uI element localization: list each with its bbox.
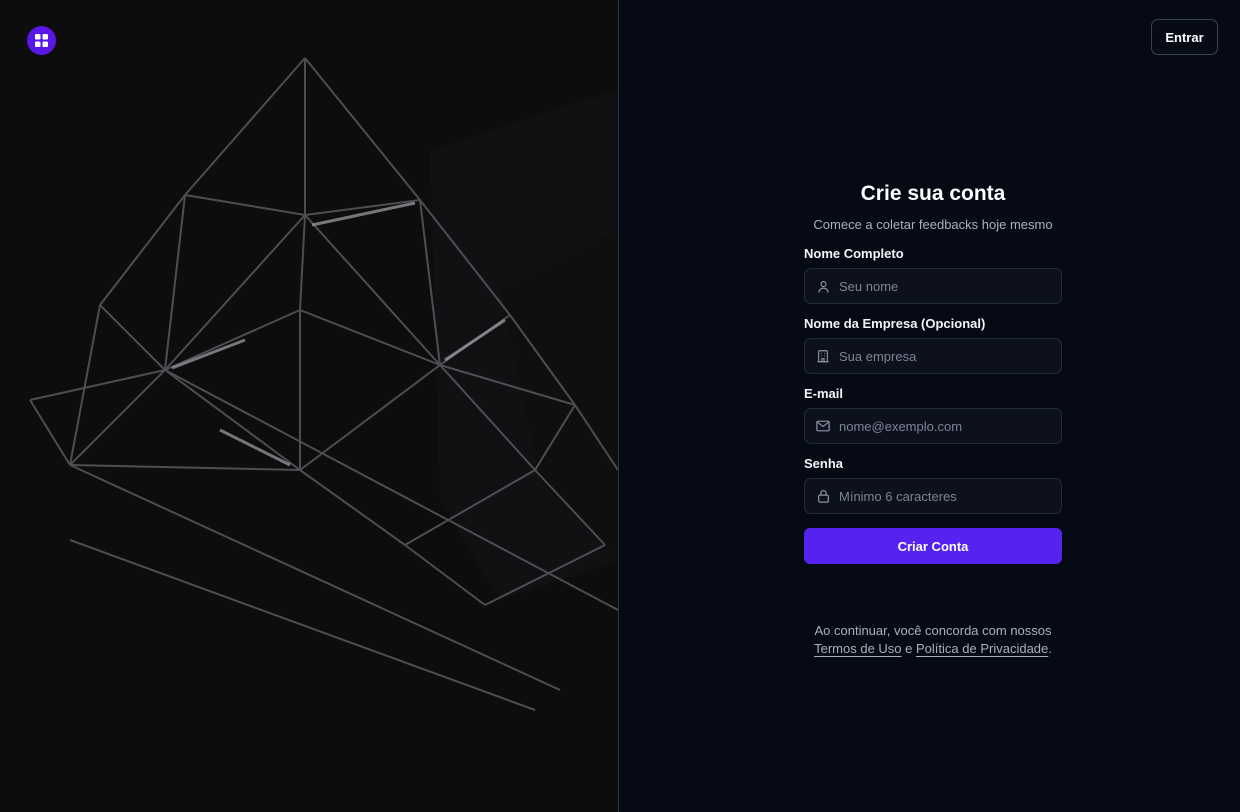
building-icon [816,349,830,363]
grid-icon [35,34,48,47]
company-field: Nome da Empresa (Opcional) [804,316,1062,374]
company-input-box[interactable] [804,338,1062,374]
legal-conjunction: e [905,641,913,656]
legal-notice: Ao continuar, você concorda com nossos T… [769,622,1097,658]
form-subtitle: Comece a coletar feedbacks hoje mesmo [813,217,1053,232]
legal-prefix: Ao continuar, você concorda com nossos [814,623,1052,638]
space-frame-image [29,57,618,711]
email-input-box[interactable] [804,408,1062,444]
company-label: Nome da Empresa (Opcional) [804,316,986,331]
company-input[interactable] [839,348,1039,364]
create-account-button[interactable]: Criar Conta [804,528,1062,564]
full-name-field: Nome Completo [804,246,1062,304]
privacy-link[interactable]: Política de Privacidade [916,641,1048,656]
lock-icon [816,489,830,503]
full-name-input[interactable] [839,278,1039,294]
email-input[interactable] [839,418,1039,434]
password-input-box[interactable] [804,478,1062,514]
password-label: Senha [804,456,844,471]
email-label: E-mail [804,386,844,401]
full-name-input-box[interactable] [804,268,1062,304]
hero-image-panel [0,0,618,812]
login-button[interactable]: Entrar [1151,19,1218,55]
email-field: E-mail [804,386,1062,444]
full-name-label: Nome Completo [804,246,904,261]
password-field: Senha [804,456,1062,514]
signup-form: Crie sua conta Comece a coletar feedback… [804,180,1062,564]
app-logo[interactable] [27,26,56,55]
legal-suffix: . [1048,641,1052,656]
password-input[interactable] [839,488,1039,504]
terms-link[interactable]: Termos de Uso [814,641,901,656]
user-icon [816,279,830,293]
signup-panel: Entrar Crie sua conta Comece a coletar f… [619,0,1240,812]
form-title: Crie sua conta [860,182,1006,205]
mail-icon [816,419,830,433]
